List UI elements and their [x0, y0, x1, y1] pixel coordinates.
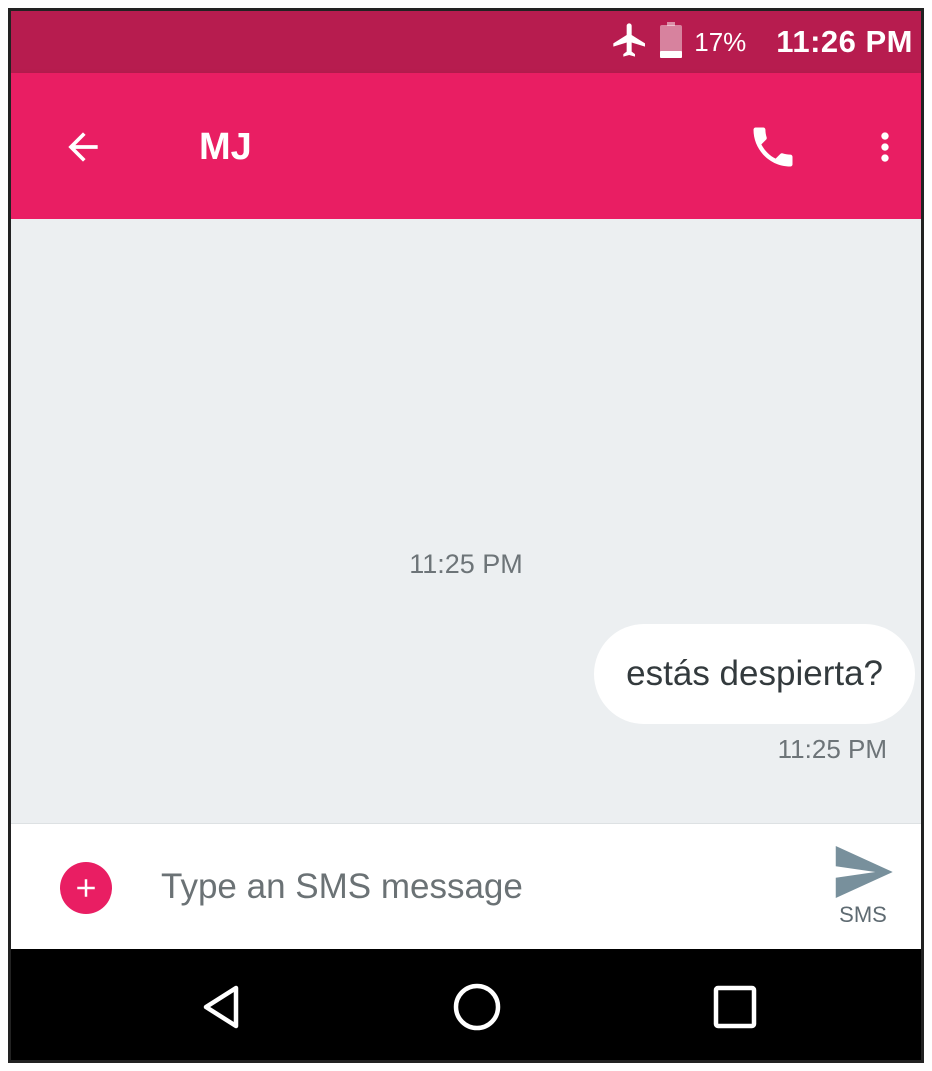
status-bar: 17% 11:26 PM: [11, 11, 921, 73]
airplane-mode-icon: [610, 20, 660, 65]
battery-percentage: 17%: [694, 26, 747, 57]
system-navigation-bar: [11, 949, 921, 1060]
add-attachment-button[interactable]: [60, 862, 112, 914]
message-group-timestamp: 11:25 PM: [409, 549, 523, 579]
back-arrow-icon: [68, 132, 98, 162]
message-bubble-outgoing[interactable]: estás despierta?: [594, 624, 915, 724]
status-clock: 11:26 PM: [776, 24, 913, 59]
battery-icon: [660, 21, 694, 63]
contact-name: MJ: [199, 126, 252, 168]
more-options-button[interactable]: [863, 119, 907, 175]
message-timestamp: 11:25 PM: [777, 734, 887, 764]
phone-screen: 17% 11:26 PM MJ 11:25 PM estás despierta…: [8, 8, 924, 1063]
call-button[interactable]: [745, 119, 801, 175]
app-bar: MJ: [11, 73, 921, 219]
send-mode-label: SMS: [839, 902, 887, 927]
nav-recents-icon: [713, 985, 757, 1029]
nav-recents-button[interactable]: [707, 979, 763, 1035]
conversation-view[interactable]: 11:25 PM estás despierta? 11:25 PM: [11, 219, 921, 823]
nav-back-button[interactable]: [193, 979, 249, 1035]
nav-home-button[interactable]: [449, 979, 505, 1035]
more-vert-icon: [881, 132, 889, 162]
message-input[interactable]: [161, 854, 781, 920]
nav-home-icon: [453, 983, 501, 1031]
nav-back-icon: [203, 985, 239, 1029]
compose-bar: SMS: [11, 823, 921, 949]
back-button[interactable]: [57, 121, 109, 173]
add-attachment-icon: [77, 879, 95, 897]
send-button[interactable]: SMS: [823, 846, 903, 942]
phone-icon: [753, 127, 793, 167]
send-icon: [835, 846, 893, 898]
